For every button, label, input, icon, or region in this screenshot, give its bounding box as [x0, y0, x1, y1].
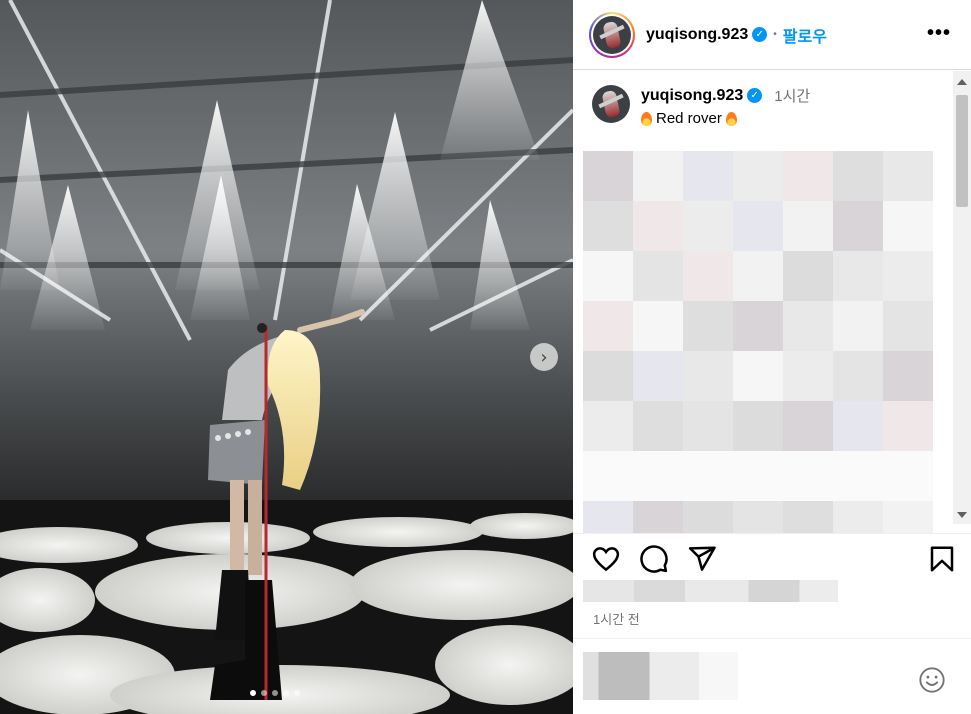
comments-section[interactable]: yuqisong.923 ✓ 1시간 Red rover	[573, 71, 953, 533]
redacted-pixel	[833, 451, 883, 501]
carousel-dot	[261, 690, 267, 696]
redacted-pixel	[783, 151, 833, 201]
redacted-pixel	[833, 251, 883, 301]
carousel-indicator	[250, 690, 300, 696]
redacted-pixel	[833, 501, 883, 533]
redacted-pixel	[783, 401, 833, 451]
redacted-pixel	[683, 201, 733, 251]
post-header: yuqisong.923 ✓ • 팔로우 •••	[573, 0, 971, 70]
redacted-pixel	[633, 201, 683, 251]
redacted-pixel	[833, 301, 883, 351]
chevron-right-icon: ›	[540, 346, 548, 368]
heart-icon[interactable]	[591, 544, 621, 574]
bookmark-icon[interactable]	[927, 544, 957, 574]
verified-badge-icon: ✓	[747, 88, 763, 103]
likes-count-redacted	[583, 580, 838, 602]
redacted-pixel	[733, 401, 783, 451]
more-options-icon[interactable]: •••	[927, 22, 951, 45]
redacted-pixel	[733, 351, 783, 401]
avatar	[593, 15, 631, 54]
caption: yuqisong.923 ✓ 1시간 Red rover	[592, 85, 810, 127]
scroll-down-icon[interactable]	[957, 512, 967, 518]
redacted-pixel	[883, 451, 933, 501]
post-time[interactable]: 1시간 전	[593, 609, 640, 628]
next-media-button[interactable]: ›	[530, 343, 558, 371]
redacted-pixel	[733, 251, 783, 301]
redacted-pixel	[633, 451, 683, 501]
redacted-pixel	[583, 201, 633, 251]
redacted-pixel	[733, 151, 783, 201]
separator: •	[773, 29, 777, 40]
story-ring-avatar[interactable]	[589, 11, 635, 58]
comment-icon[interactable]	[639, 544, 669, 574]
redacted-pixel	[583, 501, 633, 533]
redacted-pixel	[783, 301, 833, 351]
redacted-pixel	[583, 151, 633, 201]
redacted-pixel	[633, 251, 683, 301]
redacted-pixel	[683, 251, 733, 301]
caption-time: 1시간	[774, 88, 811, 105]
redacted-pixel	[783, 351, 833, 401]
redacted-pixel	[883, 501, 933, 533]
fire-icon	[641, 111, 652, 126]
send-icon[interactable]	[687, 544, 717, 574]
redacted-pixel	[583, 401, 633, 451]
scroll-up-icon[interactable]	[957, 79, 967, 85]
redacted-pixel	[633, 301, 683, 351]
redacted-pixel	[683, 501, 733, 533]
redacted-pixel	[783, 501, 833, 533]
redacted-pixel	[683, 301, 733, 351]
redacted-pixel	[733, 201, 783, 251]
redacted-pixel	[783, 201, 833, 251]
concert-photo	[0, 0, 573, 714]
post-viewer: › yuqisong.923 ✓ • 팔로우 ••• yuqisong.923 …	[0, 0, 971, 714]
add-comment-area[interactable]	[573, 638, 971, 714]
redacted-pixel	[883, 351, 933, 401]
action-bar	[573, 533, 971, 583]
redacted-pixel	[683, 451, 733, 501]
carousel-dot	[272, 690, 278, 696]
carousel-dot	[294, 690, 300, 696]
redacted-pixel	[833, 351, 883, 401]
fire-icon	[725, 111, 737, 126]
post-panel: yuqisong.923 ✓ • 팔로우 ••• yuqisong.923 ✓ …	[573, 0, 971, 714]
redacted-pixel	[633, 501, 683, 533]
verified-badge-icon: ✓	[752, 27, 768, 42]
avatar[interactable]	[592, 85, 630, 123]
redacted-pixel	[883, 301, 933, 351]
redacted-pixel	[633, 151, 683, 201]
redacted-pixel	[583, 301, 633, 351]
redacted-pixel	[683, 351, 733, 401]
redacted-pixel	[633, 401, 683, 451]
smiley-icon[interactable]	[918, 666, 946, 694]
redacted-pixel	[883, 401, 933, 451]
redacted-pixel	[833, 401, 883, 451]
caption-text: Red rover	[656, 110, 722, 127]
redacted-pixel	[883, 201, 933, 251]
redacted-pixel	[783, 251, 833, 301]
scroll-thumb[interactable]	[956, 95, 968, 207]
redacted-pixel	[583, 251, 633, 301]
carousel-dot	[283, 690, 289, 696]
follow-button[interactable]: 팔로우	[783, 23, 827, 47]
redacted-pixel	[733, 451, 783, 501]
redacted-pixel	[733, 501, 783, 533]
comments-scrollbar[interactable]	[953, 71, 971, 524]
caption-username[interactable]: yuqisong.923	[641, 87, 743, 105]
redacted-pixel	[883, 151, 933, 201]
redacted-pixel	[833, 201, 883, 251]
carousel-dot	[250, 690, 256, 696]
redacted-pixel	[883, 251, 933, 301]
redacted-pixel	[733, 301, 783, 351]
redacted-pixel	[833, 151, 883, 201]
comment-input-redacted[interactable]	[583, 652, 738, 700]
redacted-pixel	[683, 401, 733, 451]
post-media[interactable]: ›	[0, 0, 573, 714]
redacted-pixel	[633, 351, 683, 401]
username-link[interactable]: yuqisong.923	[646, 26, 748, 44]
redacted-pixel	[783, 451, 833, 501]
redacted-pixel	[583, 451, 633, 501]
redacted-pixel	[583, 351, 633, 401]
redacted-pixel	[683, 151, 733, 201]
